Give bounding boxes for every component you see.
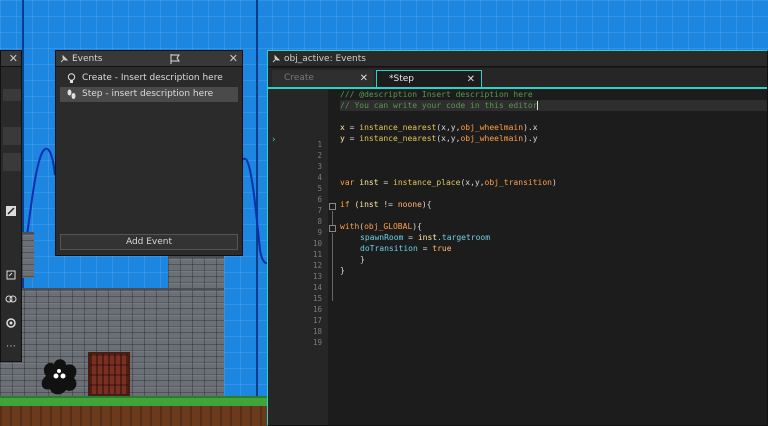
line-number: 1 — [317, 140, 322, 149]
code-text-area[interactable]: /// @description Insert description here… — [336, 89, 767, 425]
events-titlebar: Events ✕ — [56, 51, 242, 67]
link-icon[interactable] — [5, 293, 17, 305]
line-number: 6 — [317, 195, 322, 204]
fold-guide — [332, 233, 333, 301]
dirt-ground — [0, 406, 268, 426]
add-event-button[interactable]: Add Event — [60, 234, 238, 250]
current-line-arrow-icon: › — [272, 135, 276, 145]
line-number: 3 — [317, 162, 322, 171]
more-icon[interactable]: ⋯ — [5, 341, 17, 353]
line-number: 8 — [317, 217, 322, 226]
code-line: /// @description Insert description here — [340, 90, 533, 99]
line-number: 19 — [312, 338, 322, 347]
line-number: 9 — [317, 228, 322, 237]
code-line: // You can write your code in this edito… — [340, 100, 767, 111]
event-item-label: Step - insert description here — [82, 89, 214, 99]
code-editor-window: obj_active: Events Create ✕ *Step ✕ › 12… — [267, 50, 768, 426]
player-sprite[interactable] — [38, 356, 80, 396]
left-dock-panel: ✕ ⋯ — [0, 50, 22, 362]
line-number: 2 — [317, 151, 322, 160]
fold-toggle-icon[interactable] — [329, 225, 336, 232]
field-box[interactable] — [3, 127, 21, 145]
event-item-step[interactable]: Step - insert description here — [60, 87, 238, 102]
event-item-create[interactable]: Create - Insert description here — [60, 71, 238, 86]
pin-icon — [272, 55, 280, 63]
edit-icon[interactable] — [5, 205, 17, 217]
tab-label: Create — [284, 73, 314, 83]
code-line: y = instance_nearest(x,y,obj_wheelmain).… — [340, 134, 538, 143]
left-panel-titlebar: ✕ — [1, 51, 21, 67]
line-number: 4 — [317, 173, 322, 182]
tab-create[interactable]: Create ✕ — [272, 70, 374, 87]
editor-title: obj_active: Events — [284, 54, 366, 64]
footsteps-icon — [67, 89, 76, 99]
castle-door — [88, 352, 130, 396]
field-box[interactable] — [3, 153, 21, 171]
line-number: 14 — [312, 283, 322, 292]
flag-icon[interactable] — [170, 54, 181, 64]
fold-toggle-icon[interactable] — [329, 203, 336, 210]
close-icon[interactable]: ✕ — [229, 51, 238, 67]
tab-step[interactable]: *Step ✕ — [376, 70, 482, 87]
line-number: 7 — [317, 206, 322, 215]
gear-icon[interactable] — [5, 317, 17, 329]
lightbulb-icon — [67, 73, 76, 83]
code-line: } — [340, 266, 345, 275]
event-item-label: Create - Insert description here — [82, 73, 223, 83]
text-caret — [537, 101, 539, 110]
line-number: 18 — [312, 327, 322, 336]
editor-tabbar: Create ✕ *Step ✕ — [268, 68, 767, 89]
line-number: 17 — [312, 316, 322, 325]
pin-icon — [60, 55, 68, 63]
tab-label: *Step — [389, 74, 414, 84]
line-number: 5 — [317, 184, 322, 193]
field-box[interactable] — [3, 89, 21, 101]
fold-guide — [332, 211, 333, 225]
editor-titlebar: obj_active: Events — [268, 51, 767, 67]
line-number: 16 — [312, 305, 322, 314]
code-line: } — [360, 255, 365, 264]
close-icon[interactable]: ✕ — [360, 70, 368, 87]
close-icon[interactable]: ✕ — [467, 71, 475, 88]
close-icon[interactable]: ✕ — [9, 51, 18, 67]
line-number: 11 — [312, 250, 322, 259]
code-line: spawnRoom = inst.targetroom — [360, 233, 491, 242]
events-title: Events — [72, 54, 103, 64]
code-line: doTransition = true — [360, 244, 452, 253]
code-line: if (inst != noone){ — [340, 200, 432, 209]
line-number: 12 — [312, 261, 322, 270]
line-number: 13 — [312, 272, 322, 281]
events-panel: Events ✕ Create - Insert description her… — [55, 50, 243, 256]
code-line: x = instance_nearest(x,y,obj_wheelmain).… — [340, 123, 538, 132]
line-number: 15 — [312, 294, 322, 303]
line-number: 10 — [312, 239, 322, 248]
castle-wall — [22, 232, 34, 278]
code-line: with(obj_GLOBAL){ — [340, 222, 422, 231]
code-line: var inst = instance_place(x,y,obj_transi… — [340, 178, 557, 187]
open-icon[interactable] — [5, 269, 17, 281]
